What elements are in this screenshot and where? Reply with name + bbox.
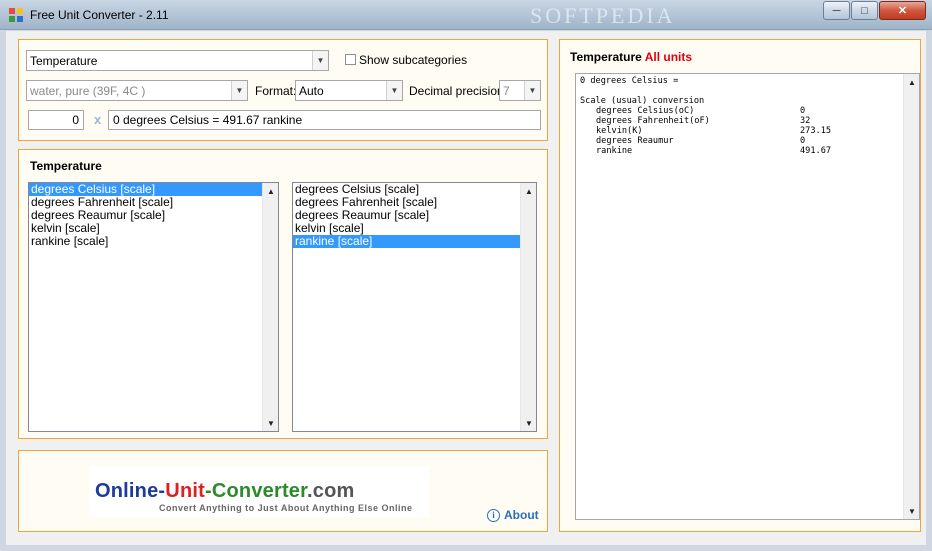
result-value: 491.67 — [800, 146, 832, 156]
all-units-title: Temperature All units — [570, 50, 692, 64]
chevron-down-icon[interactable]: ▼ — [386, 81, 402, 100]
logo-part-com: .com — [307, 480, 355, 502]
result-value: 0 — [800, 136, 806, 146]
result-unit: degrees Celsius(oC) — [596, 106, 695, 116]
ad-panel: Online-Unit-Converter.com Convert Anythi… — [18, 450, 548, 532]
watermark-text: SOFTPEDIA — [530, 3, 676, 28]
info-icon: i — [487, 508, 500, 522]
unit-lists-panel: Temperature degrees Celsius [scale] degre… — [18, 149, 548, 439]
format-value: Auto — [299, 83, 324, 98]
format-select[interactable]: Auto ▼ — [295, 80, 403, 101]
chevron-down-icon[interactable]: ▼ — [524, 81, 540, 100]
all-units-output[interactable]: 0 degrees Celsius = Scale (usual) convers… — [575, 73, 920, 520]
result-rows: degrees Celsius(oC) 0 degrees Fahrenheit(o… — [580, 106, 831, 156]
about-label: About — [504, 508, 539, 522]
quantity-input[interactable]: 0 — [28, 110, 84, 130]
substance-select[interactable]: water, pure (39F, 4C ) ▼ — [26, 80, 248, 101]
scroll-up-icon[interactable]: ▲ — [263, 183, 279, 199]
scroll-up-icon[interactable]: ▲ — [521, 183, 537, 199]
show-subcategories-label[interactable]: Show subcategories — [359, 53, 467, 67]
scroll-down-icon[interactable]: ▼ — [904, 503, 920, 519]
online-unit-converter-logo[interactable]: Online-Unit-Converter.com Convert Anythi… — [89, 466, 429, 518]
to-list-scrollbar[interactable]: ▲ ▼ — [520, 183, 536, 431]
precision-label: Decimal precision: — [409, 84, 508, 98]
chevron-down-icon[interactable]: ▼ — [231, 81, 247, 100]
conversion-result-text: 0 degrees Celsius = 491.67 rankine — [113, 113, 303, 127]
to-unit-list[interactable]: degrees Celsius [scale] degrees Fahrenhei… — [292, 182, 537, 432]
logo-part-converter: -Converter — [204, 480, 308, 502]
from-unit-list[interactable]: degrees Celsius [scale] degrees Fahrenhei… — [28, 182, 279, 432]
minimize-icon: ─ — [832, 4, 841, 17]
show-subcategories-checkbox[interactable] — [345, 54, 356, 65]
format-label: Format: — [255, 84, 297, 98]
maximize-icon: □ — [861, 4, 868, 17]
lists-title: Temperature — [30, 159, 102, 173]
result-row: degrees Reaumur 0 — [580, 136, 831, 146]
list-item[interactable]: rankine [scale] — [29, 235, 278, 248]
about-link[interactable]: i About — [487, 508, 539, 522]
close-button[interactable]: ✕ — [879, 1, 926, 20]
result-unit: kelvin(K) — [596, 126, 643, 136]
logo-tagline: Convert Anything to Just About Anything … — [159, 503, 413, 513]
result-unit: degrees Reaumur — [596, 136, 674, 146]
client-area: Temperature ▼ Show subcategories water, … — [6, 31, 926, 545]
settings-panel: Temperature ▼ Show subcategories water, … — [18, 39, 548, 141]
result-row: degrees Fahrenheit(oF) 32 — [580, 116, 831, 126]
from-unit-items: degrees Celsius [scale] degrees Fahrenhei… — [29, 183, 278, 248]
title-bar[interactable]: Free Unit Converter - 2.11 SOFTPEDIA ─ □… — [0, 0, 932, 30]
conversion-result-field[interactable]: 0 degrees Celsius = 491.67 rankine — [108, 110, 541, 130]
all-units-panel: Temperature All units 0 degrees Celsius … — [559, 39, 921, 532]
all-units-category: Temperature — [570, 50, 642, 64]
result-row: kelvin(K) 273.15 — [580, 126, 831, 136]
multiply-sign: x — [94, 112, 102, 127]
from-list-scrollbar[interactable]: ▲ ▼ — [262, 183, 278, 431]
result-unit: degrees Fahrenheit(oF) — [596, 116, 710, 126]
chevron-down-icon[interactable]: ▼ — [312, 51, 328, 70]
result-row: rankine 491.67 — [580, 146, 831, 156]
category-value: Temperature — [30, 53, 98, 68]
minimize-button[interactable]: ─ — [823, 1, 850, 20]
logo-part-online: Online- — [95, 480, 166, 502]
to-unit-items: degrees Celsius [scale] degrees Fahrenhei… — [293, 183, 536, 248]
close-icon: ✕ — [897, 5, 908, 17]
app-converter-icon — [9, 8, 23, 22]
all-units-accent: All units — [644, 50, 693, 64]
result-blank — [580, 86, 831, 96]
result-row: degrees Celsius(oC) 0 — [580, 106, 831, 116]
list-item[interactable]: rankine [scale] — [293, 235, 536, 248]
scroll-down-icon[interactable]: ▼ — [521, 415, 537, 431]
all-units-text: 0 degrees Celsius = Scale (usual) convers… — [580, 76, 831, 156]
result-value: 32 — [800, 116, 811, 126]
logo-part-unit: Unit — [165, 480, 205, 502]
quantity-value: 0 — [72, 113, 79, 127]
scroll-up-icon[interactable]: ▲ — [904, 74, 920, 90]
window-title: Free Unit Converter - 2.11 — [30, 8, 169, 22]
result-unit: rankine — [596, 146, 633, 156]
logo-wordmark: Online-Unit-Converter.com — [95, 480, 355, 503]
precision-select[interactable]: 7 ▼ — [499, 80, 541, 101]
category-select[interactable]: Temperature ▼ — [26, 50, 329, 71]
maximize-button[interactable]: □ — [851, 1, 878, 20]
all-units-scrollbar[interactable]: ▲ ▼ — [903, 74, 919, 519]
precision-value: 7 — [503, 83, 510, 98]
scroll-down-icon[interactable]: ▼ — [263, 415, 279, 431]
result-value: 0 — [800, 106, 806, 116]
result-section-label: Scale (usual) conversion — [580, 96, 705, 106]
result-header: 0 degrees Celsius = — [580, 76, 679, 86]
result-value: 273.15 — [800, 126, 832, 136]
substance-value: water, pure (39F, 4C ) — [30, 83, 146, 98]
